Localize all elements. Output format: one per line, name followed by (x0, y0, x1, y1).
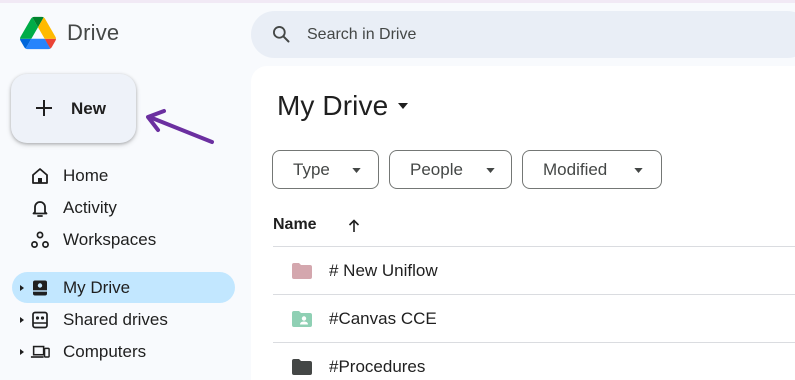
new-button[interactable]: New (11, 74, 136, 143)
sidebar-item-label: Home (63, 166, 109, 185)
drive-app: Drive New Home Activity (0, 0, 795, 380)
caret-down-icon (486, 168, 495, 173)
filter-chip-label: Modified (543, 160, 608, 179)
sidebar-item-my-drive[interactable]: My Drive (12, 272, 235, 303)
my-drive-icon (33, 280, 47, 296)
search-icon[interactable] (271, 24, 291, 44)
filter-chip-people[interactable]: People (389, 150, 512, 189)
search-input[interactable] (307, 11, 787, 58)
app-name: Drive (67, 20, 120, 45)
sidebar-item-activity[interactable]: Activity (12, 192, 235, 223)
bell-icon (32, 201, 48, 217)
sidebar-item-label: My Drive (63, 278, 131, 297)
sidebar-item-workspaces[interactable]: Workspaces (12, 224, 235, 255)
filter-chip-modified[interactable]: Modified (522, 150, 662, 189)
caret-down-icon (398, 103, 409, 109)
caret-down-icon (352, 168, 361, 173)
page-title: My Drive (277, 90, 389, 121)
filter-chip-label: Type (293, 160, 330, 179)
file-name: # New Uniflow (329, 261, 438, 280)
filter-chip-type[interactable]: Type (272, 150, 379, 189)
sidebar-item-label: Workspaces (63, 230, 157, 249)
sidebar-item-label: Shared drives (63, 310, 168, 329)
annotation-arrow (146, 109, 214, 144)
file-row[interactable]: # New Uniflow (273, 247, 795, 294)
expand-caret-icon[interactable] (18, 347, 26, 357)
caret-down-icon (634, 168, 643, 173)
top-strip (0, 0, 795, 3)
sidebar-item-label: Activity (63, 198, 117, 217)
file-row[interactable]: #Canvas CCE (273, 295, 795, 342)
new-button-label: New (71, 99, 106, 118)
drive-logo[interactable]: Drive (20, 16, 119, 50)
sidebar-item-shared-drives[interactable]: Shared drives (12, 304, 235, 335)
sidebar-item-label: Computers (63, 342, 147, 361)
search-bar[interactable] (251, 11, 795, 58)
expand-caret-icon[interactable] (18, 283, 26, 293)
home-icon (32, 168, 48, 184)
column-header-name[interactable]: Name (273, 216, 317, 234)
file-name: #Procedures (329, 357, 426, 376)
sidebar-item-computers[interactable]: Computers (12, 336, 235, 367)
drive-logo-icon (20, 16, 56, 50)
sort-arrow-up-icon[interactable] (347, 218, 361, 234)
shared-folder-icon (292, 311, 312, 327)
main-panel: My Drive Type People Modified Name # New… (251, 66, 795, 380)
workspaces-icon (31, 231, 49, 248)
computers-icon (30, 345, 50, 358)
shared-drives-icon (32, 311, 48, 329)
file-row[interactable]: #Procedures (273, 343, 795, 380)
folder-icon (292, 359, 312, 375)
file-name: #Canvas CCE (329, 309, 437, 328)
filter-chip-label: People (410, 160, 463, 179)
folder-icon (292, 263, 312, 279)
page-title-menu[interactable]: My Drive (277, 90, 409, 122)
plus-icon (36, 100, 52, 116)
sidebar-item-home[interactable]: Home (12, 160, 235, 191)
expand-caret-icon[interactable] (18, 315, 26, 325)
